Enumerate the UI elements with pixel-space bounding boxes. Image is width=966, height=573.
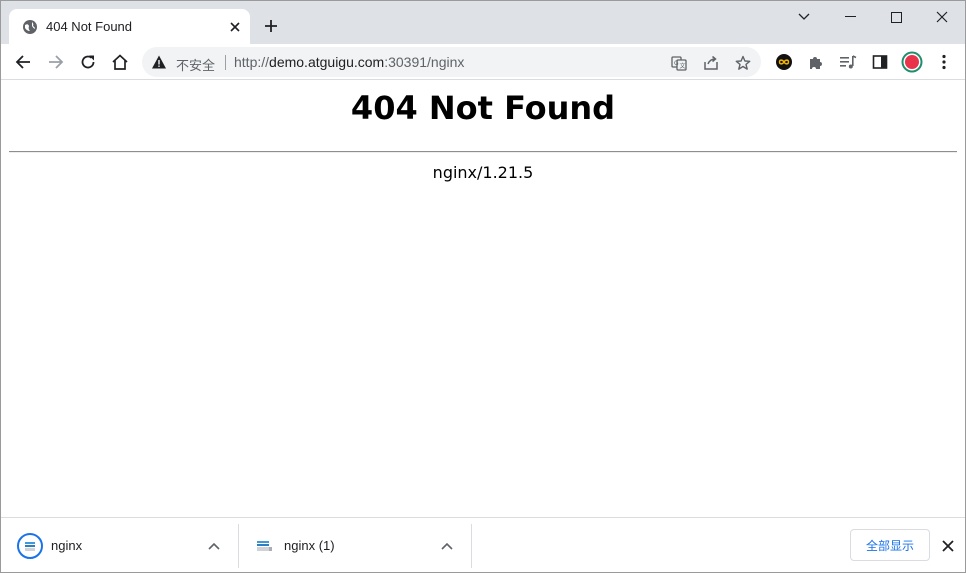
star-icon[interactable] [733, 53, 753, 73]
browser-window: 404 Not Found 不安全 http://demo.atguigu.co… [0, 0, 966, 573]
browser-toolbar: 不安全 http://demo.atguigu.com:30391/nginx … [1, 44, 965, 80]
show-all-downloads-button[interactable]: 全部显示 [850, 529, 930, 561]
download-divider [471, 524, 472, 568]
download-progress-icon [16, 532, 44, 560]
translate-icon[interactable]: G 文 [669, 53, 689, 73]
tab-title: 404 Not Found [46, 19, 133, 34]
url-path: :30391/nginx [384, 54, 465, 70]
svg-text:文: 文 [680, 62, 686, 70]
url-host: demo.atguigu.com [269, 54, 385, 70]
forward-arrow-icon[interactable] [44, 50, 68, 74]
chevron-down-icon[interactable] [781, 4, 827, 30]
url-scheme: http:// [234, 54, 270, 70]
download-filename: nginx [51, 538, 83, 553]
chevron-up-icon[interactable] [204, 536, 224, 556]
download-shelf: nginx nginx (1) 全部显示 [1, 517, 965, 572]
download-item[interactable]: nginx (1) [239, 518, 471, 572]
tab-strip: 404 Not Found [1, 1, 965, 44]
tab-active[interactable]: 404 Not Found [9, 9, 250, 44]
security-label[interactable]: 不安全 [176, 55, 215, 74]
chevron-up-icon[interactable] [437, 536, 457, 556]
media-queue-icon[interactable] [836, 50, 860, 74]
share-icon[interactable] [701, 53, 721, 73]
page-content: 404 Not Found nginx/1.21.5 [1, 81, 965, 517]
puzzle-icon[interactable] [804, 50, 828, 74]
address-bar[interactable]: 不安全 http://demo.atguigu.com:30391/nginx … [142, 47, 761, 77]
download-item[interactable]: nginx [1, 518, 238, 572]
kebab-menu-icon[interactable] [932, 50, 956, 74]
divider [9, 151, 957, 153]
window-close-icon[interactable] [919, 4, 965, 30]
svg-text:G: G [674, 60, 679, 67]
home-icon[interactable] [108, 50, 132, 74]
server-signature: nginx/1.21.5 [432, 163, 534, 182]
file-icon [252, 532, 280, 560]
omnibox-divider [225, 55, 226, 70]
side-panel-icon[interactable] [868, 50, 892, 74]
url-text[interactable]: http://demo.atguigu.com:30391/nginx [234, 54, 464, 70]
close-icon[interactable] [938, 536, 958, 556]
minimize-icon[interactable] [827, 4, 873, 30]
globe-icon [22, 19, 38, 35]
download-filename: nginx (1) [284, 538, 335, 553]
reload-icon[interactable] [76, 50, 100, 74]
infinity-extension-icon[interactable] [772, 50, 796, 74]
maximize-icon[interactable] [873, 4, 919, 30]
close-icon[interactable] [226, 18, 244, 36]
plus-icon[interactable] [260, 15, 282, 37]
warning-icon[interactable] [151, 54, 167, 70]
page-title: 404 Not Found [350, 89, 616, 127]
avatar[interactable] [900, 50, 924, 74]
back-arrow-icon[interactable] [11, 50, 35, 74]
